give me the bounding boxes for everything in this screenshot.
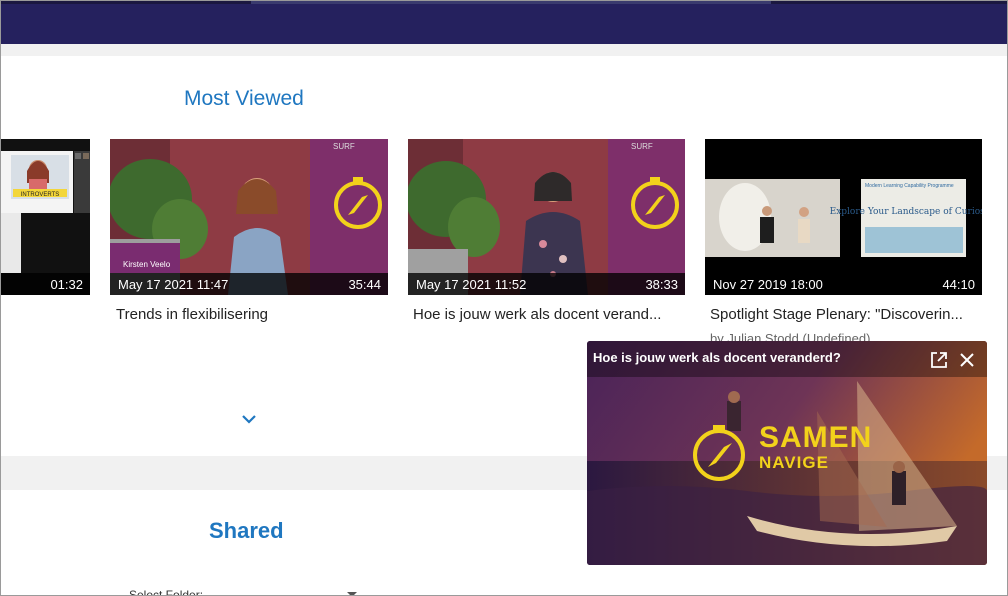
video-card-3[interactable]: Modern Learning Capability Programme Exp… — [705, 139, 982, 295]
slide-header: Modern Learning Capability Programme — [865, 183, 954, 189]
video-date: May 17 2021 11:52 — [416, 277, 527, 292]
select-folder-caret-icon[interactable] — [347, 592, 357, 595]
video-date: May 17 2021 11:47 — [118, 277, 229, 292]
video-date: Nov 27 2019 18:00 — [713, 277, 823, 292]
video-thumbnail: Modern Learning Capability Programme Exp… — [705, 139, 982, 295]
section-gap — [1, 44, 1007, 56]
brand-line-1: SAMEN — [759, 421, 873, 454]
surf-badge: SURF — [333, 142, 355, 151]
select-folder-label: Select Folder: — [129, 588, 204, 596]
video-card-1[interactable]: Kirsten Veelo SURF May 17 2021 11:47 35:… — [110, 139, 388, 295]
video-card-2[interactable]: SURF May 17 2021 11:52 38:33 — [408, 139, 685, 295]
video-card-0[interactable]: INTROVERTS 01:32 — [1, 139, 90, 295]
video-thumbnail: SURF — [408, 139, 685, 295]
close-icon[interactable] — [957, 350, 977, 370]
video-title[interactable]: Hoe is jouw werk als docent verand... — [413, 306, 679, 323]
video-duration: 35:44 — [348, 277, 381, 292]
player-title: Hoe is jouw werk als docent veranderd? — [593, 350, 841, 365]
browser-frame: Most Viewed INTROVERTS 01:32 Kirsten Vee… — [0, 0, 1008, 596]
brand-logo-text: SAMEN NAVIGE — [759, 423, 872, 473]
slide-text: Explore Your Landscape of Curiosity — [830, 207, 982, 217]
brand-line-2: NAVIGE — [759, 453, 829, 472]
shared-heading: Shared — [209, 518, 284, 543]
video-title[interactable]: Trends in flexibilisering — [116, 306, 386, 323]
surf-badge: SURF — [631, 142, 653, 151]
mini-video-player[interactable]: Hoe is jouw werk als docent veranderd? S… — [587, 341, 987, 565]
video-meta-bar: 01:32 — [1, 273, 90, 295]
external-link-icon[interactable] — [929, 350, 949, 370]
video-meta-bar: May 17 2021 11:52 38:33 — [408, 273, 685, 295]
video-title[interactable]: Spotlight Stage Plenary: "Discoverin... — [710, 306, 978, 323]
player-header: Hoe is jouw werk als docent veranderd? — [587, 341, 987, 377]
introverts-badge: INTROVERTS — [21, 192, 60, 198]
chevron-down-icon[interactable] — [241, 413, 257, 425]
speaker-caption: Kirsten Veelo — [123, 260, 171, 269]
video-thumbnail: INTROVERTS — [1, 139, 90, 295]
top-navigation-bar — [1, 1, 1007, 44]
video-meta-bar: Nov 27 2019 18:00 44:10 — [705, 273, 982, 295]
video-duration: 38:33 — [645, 277, 678, 292]
video-meta-bar: May 17 2021 11:47 35:44 — [110, 273, 388, 295]
video-thumbnail: Kirsten Veelo SURF — [110, 139, 388, 295]
most-viewed-heading: Most Viewed — [184, 87, 304, 110]
video-duration: 01:32 — [50, 277, 83, 292]
video-duration: 44:10 — [942, 277, 975, 292]
